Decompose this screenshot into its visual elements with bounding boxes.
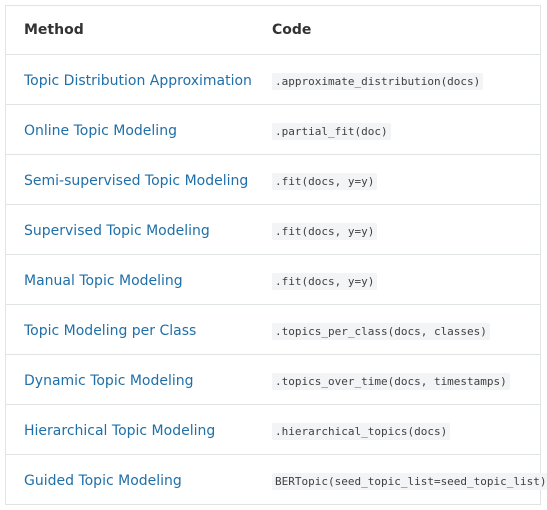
method-link[interactable]: Dynamic Topic Modeling	[24, 373, 194, 389]
method-link[interactable]: Hierarchical Topic Modeling	[24, 423, 215, 439]
method-link[interactable]: Topic Distribution Approximation	[24, 73, 252, 89]
method-link[interactable]: Semi-supervised Topic Modeling	[24, 173, 248, 189]
table-header-row: Method Code	[6, 6, 540, 55]
table-row: Manual Topic Modeling .fit(docs, y=y)	[6, 254, 540, 305]
table-row: Topic Modeling per Class .topics_per_cla…	[6, 304, 540, 355]
table-row: Hierarchical Topic Modeling .hierarchica…	[6, 404, 540, 455]
method-link[interactable]: Supervised Topic Modeling	[24, 223, 210, 239]
code-snippet: .topics_over_time(docs, timestamps)	[272, 373, 510, 390]
table-row: Topic Distribution Approximation .approx…	[6, 54, 540, 105]
method-link[interactable]: Topic Modeling per Class	[24, 323, 196, 339]
table-row: Supervised Topic Modeling .fit(docs, y=y…	[6, 204, 540, 255]
method-link[interactable]: Manual Topic Modeling	[24, 273, 183, 289]
methods-table-container: Method Code Topic Distribution Approxima…	[5, 5, 547, 505]
table-row: Online Topic Modeling .partial_fit(doc)	[6, 104, 540, 155]
table-row: Dynamic Topic Modeling .topics_over_time…	[6, 354, 540, 405]
table-row: Semi-supervised Topic Modeling .fit(docs…	[6, 154, 540, 205]
code-snippet: .topics_per_class(docs, classes)	[272, 323, 490, 340]
code-snippet: .partial_fit(doc)	[272, 123, 391, 140]
code-snippet: .fit(docs, y=y)	[272, 173, 378, 190]
methods-table: Method Code Topic Distribution Approxima…	[6, 6, 547, 505]
method-column-header: Method	[6, 6, 254, 55]
code-snippet: .fit(docs, y=y)	[272, 273, 378, 290]
code-snippet: .fit(docs, y=y)	[272, 223, 378, 240]
code-snippet: .hierarchical_topics(docs)	[272, 423, 451, 440]
method-link[interactable]: Guided Topic Modeling	[24, 473, 182, 489]
code-column-header: Code	[254, 6, 540, 55]
table-row: Guided Topic Modeling BERTopic(seed_topi…	[6, 455, 547, 505]
code-snippet: BERTopic(seed_topic_list=seed_topic_list…	[272, 473, 547, 490]
method-link[interactable]: Online Topic Modeling	[24, 123, 177, 139]
code-snippet: .approximate_distribution(docs)	[272, 73, 484, 90]
